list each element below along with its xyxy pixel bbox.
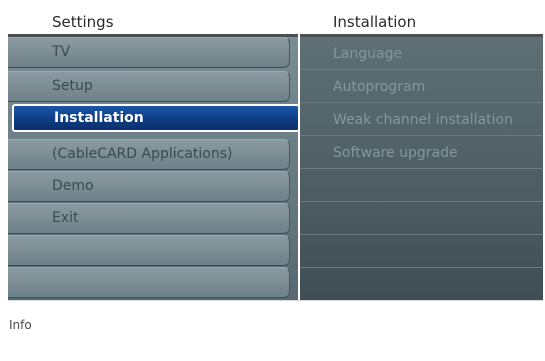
submenu-item-empty-3 xyxy=(300,237,543,268)
installation-submenu: Language Autoprogram Weak channel instal… xyxy=(300,37,543,301)
settings-header: Settings xyxy=(52,13,114,31)
menu-item-setup[interactable]: Setup xyxy=(8,71,290,102)
submenu-item-software-upgrade[interactable]: Software upgrade xyxy=(300,138,543,169)
submenu-item-language[interactable]: Language xyxy=(300,39,543,70)
menu-item-installation[interactable]: Installation xyxy=(12,104,300,132)
menu-item-empty-1 xyxy=(8,235,290,266)
submenu-item-empty-2 xyxy=(300,204,543,235)
installation-header: Installation xyxy=(333,13,417,31)
submenu-item-weak-channel-installation[interactable]: Weak channel installation xyxy=(300,105,543,136)
menu-item-demo[interactable]: Demo xyxy=(8,171,290,202)
submenu-item-empty-1 xyxy=(300,171,543,202)
submenu-item-autoprogram[interactable]: Autoprogram xyxy=(300,72,543,103)
info-divider xyxy=(8,300,543,301)
menu-item-empty-2 xyxy=(8,267,290,298)
info-label: Info xyxy=(9,318,32,332)
menu-item-tv[interactable]: TV xyxy=(8,37,290,68)
submenu-item-empty-4 xyxy=(300,270,543,301)
settings-screen: Settings Installation TV Setup Installat… xyxy=(0,0,545,361)
menu-item-exit[interactable]: Exit xyxy=(8,203,290,234)
settings-menu: TV Setup Installation (CableCARD Applica… xyxy=(8,37,300,300)
menu-item-cablecard-applications[interactable]: (CableCARD Applications) xyxy=(8,139,290,170)
